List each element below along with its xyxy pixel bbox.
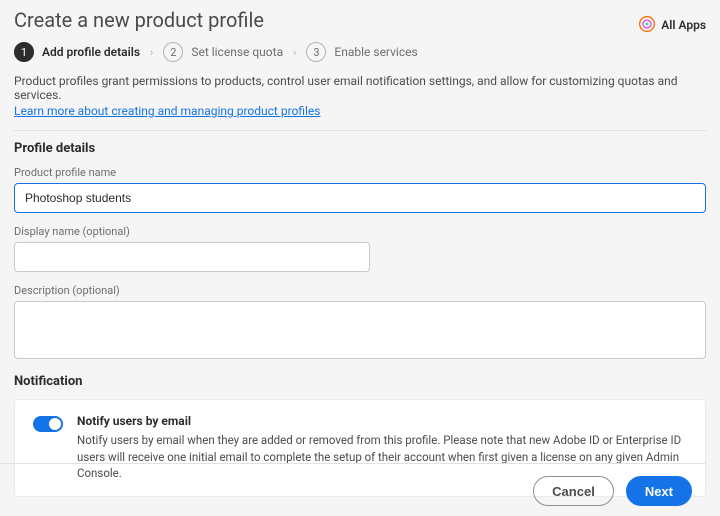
cancel-button[interactable]: Cancel — [533, 476, 614, 506]
divider — [14, 130, 706, 131]
toggle-knob — [49, 418, 61, 430]
page-title: Create a new product profile — [14, 8, 264, 32]
profile-details-heading: Profile details — [14, 141, 706, 156]
chevron-right-icon: › — [150, 46, 153, 59]
display-name-label: Display name (optional) — [14, 225, 706, 238]
step-2[interactable]: 2 Set license quota — [163, 42, 283, 62]
step-3-label: Enable services — [334, 45, 417, 59]
step-3-number: 3 — [306, 42, 326, 62]
step-1[interactable]: 1 Add profile details — [14, 42, 140, 62]
chevron-right-icon: › — [293, 46, 296, 59]
step-2-label: Set license quota — [191, 45, 283, 59]
intro-text: Product profiles grant permissions to pr… — [14, 74, 706, 102]
all-apps-badge: All Apps — [639, 16, 706, 35]
step-1-number: 1 — [14, 42, 34, 62]
step-3[interactable]: 3 Enable services — [306, 42, 417, 62]
all-apps-icon — [639, 16, 655, 35]
description-label: Description (optional) — [14, 284, 706, 297]
description-input[interactable] — [14, 301, 706, 359]
stepper: 1 Add profile details › 2 Set license qu… — [14, 42, 706, 62]
product-profile-name-label: Product profile name — [14, 166, 706, 179]
notification-heading: Notification — [14, 374, 706, 389]
notify-users-title: Notify users by email — [77, 414, 687, 428]
learn-more-link[interactable]: Learn more about creating and managing p… — [14, 104, 320, 118]
footer: Cancel Next — [0, 463, 706, 506]
step-1-label: Add profile details — [42, 45, 140, 59]
step-2-number: 2 — [163, 42, 183, 62]
all-apps-label: All Apps — [661, 18, 706, 32]
product-profile-name-input[interactable] — [14, 183, 706, 213]
notify-users-toggle[interactable] — [33, 416, 63, 432]
display-name-input[interactable] — [14, 242, 370, 272]
next-button[interactable]: Next — [626, 476, 692, 506]
